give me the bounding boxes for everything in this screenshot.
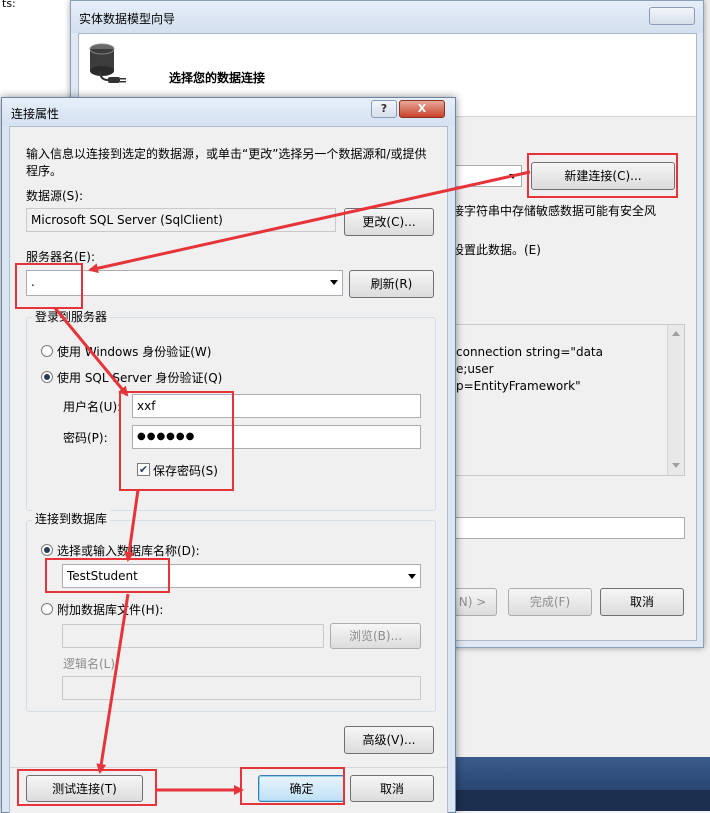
arrow-new-connection-to-server bbox=[88, 170, 531, 274]
arrow-database-to-test bbox=[96, 593, 130, 774]
annotation-arrows bbox=[53, 170, 531, 795]
arrow-server-to-credentials bbox=[53, 307, 129, 397]
arrow-credentials-to-database bbox=[124, 489, 140, 562]
